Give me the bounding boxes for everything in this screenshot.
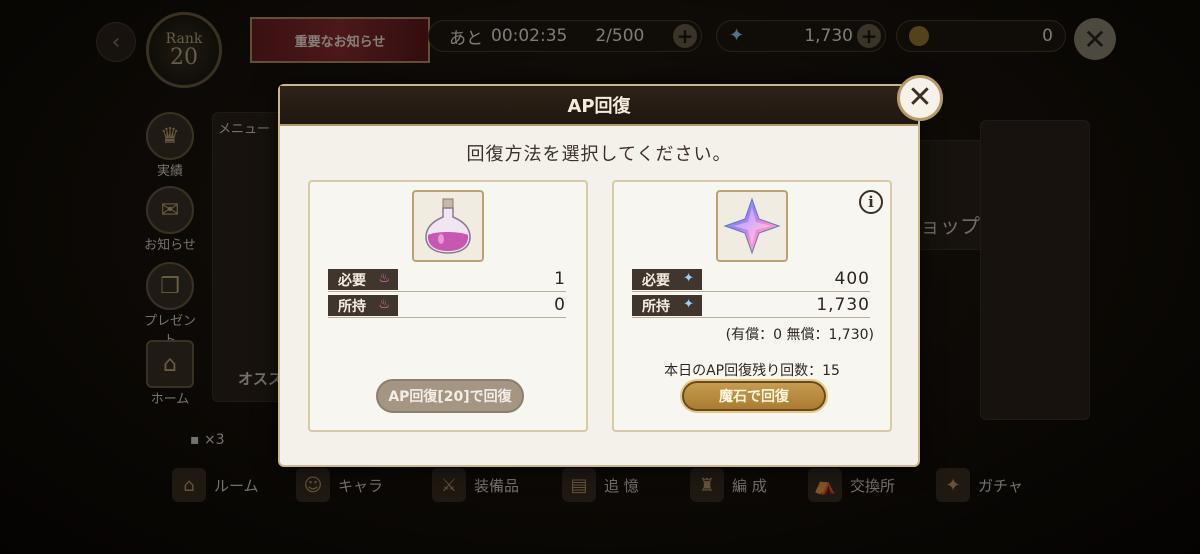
owned-label: 所持 ✦ — [632, 295, 702, 316]
potion-icon — [425, 198, 471, 254]
dialog-close-button[interactable]: ✕ — [897, 75, 943, 121]
potion-owned-value: 0 — [554, 295, 566, 315]
remaining-recoveries: 本日のAP回復残り回数：15 — [664, 363, 840, 379]
ap-recovery-dialog: AP回復 回復方法を選択してください。 必要 ♨ 1 所持 ♨ 0 AP回復[2… — [278, 84, 920, 467]
gem-required-value: 400 — [834, 269, 870, 289]
potion-mini-icon: ♨ — [378, 297, 390, 312]
required-label-text: 必要 — [338, 272, 366, 289]
potion-option-card: 必要 ♨ 1 所持 ♨ 0 AP回復[20]で回復 — [308, 180, 588, 432]
magic-stone-icon — [723, 197, 781, 255]
owned-label-text: 所持 — [338, 298, 366, 315]
dialog-header: AP回復 — [280, 86, 918, 126]
potion-mini-icon: ♨ — [378, 271, 390, 286]
owned-label-text: 所持 — [642, 298, 670, 315]
gem-mini-icon: ✦ — [683, 271, 694, 286]
dialog-title: AP回復 — [567, 96, 631, 117]
required-label: 必要 ✦ — [632, 269, 702, 290]
potion-recover-label: AP回復[20]で回復 — [388, 389, 512, 405]
info-icon-label: i — [868, 193, 874, 211]
required-label-text: 必要 — [642, 272, 670, 289]
gem-option-card: i 必要 ✦ 400 所持 ✦ 1,730 (有償：0 無償：1,730) 本日… — [612, 180, 892, 432]
potion-item-frame — [412, 190, 484, 262]
dialog-instruction: 回復方法を選択してください。 — [466, 144, 732, 165]
gem-item-frame — [716, 190, 788, 262]
close-icon: ✕ — [907, 80, 933, 115]
gem-owned-row: 所持 ✦ 1,730 — [632, 294, 870, 318]
info-icon[interactable]: i — [859, 190, 883, 214]
potion-recover-button[interactable]: AP回復[20]で回復 — [376, 379, 524, 413]
potion-required-value: 1 — [554, 269, 566, 289]
gem-recover-label: 魔石で回復 — [719, 389, 789, 405]
gem-recover-button[interactable]: 魔石で回復 — [680, 379, 828, 413]
gem-mini-icon: ✦ — [683, 297, 694, 312]
gem-required-row: 必要 ✦ 400 — [632, 268, 870, 292]
paid-free-breakdown: (有償：0 無償：1,730) — [725, 327, 874, 343]
required-label: 必要 ♨ — [328, 269, 398, 290]
potion-required-row: 必要 ♨ 1 — [328, 268, 566, 292]
potion-owned-row: 所持 ♨ 0 — [328, 294, 566, 318]
gem-owned-value: 1,730 — [816, 295, 870, 315]
owned-label: 所持 ♨ — [328, 295, 398, 316]
